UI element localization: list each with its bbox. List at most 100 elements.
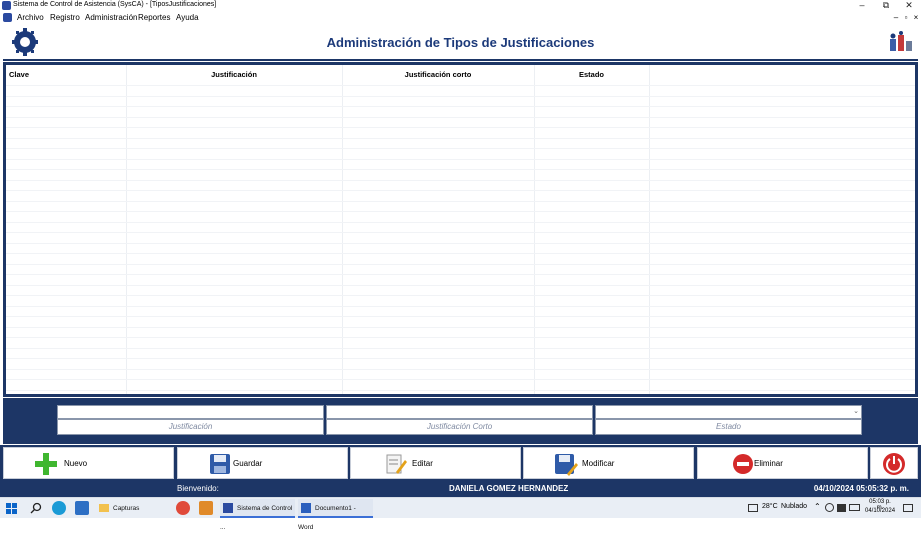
guardar-button[interactable]: Guardar [177, 447, 348, 479]
grid-row-line [6, 137, 915, 139]
column-header-clave[interactable]: Clave [9, 70, 29, 79]
mail-icon[interactable] [75, 501, 89, 515]
grid-row-line [6, 305, 915, 307]
justificacion-corto-input[interactable] [326, 405, 593, 419]
cloud-weather-icon [748, 504, 758, 512]
mdi-close-button[interactable]: × [911, 12, 921, 24]
app-icon [2, 1, 11, 10]
form-header: Administración de Tipos de Justificacion… [3, 25, 918, 61]
grid-row-line [6, 106, 915, 107]
menu-registro[interactable]: Registro [50, 13, 80, 22]
grid-row-line [6, 200, 915, 202]
grid-row-line [6, 326, 915, 328]
column-header-estado[interactable]: Estado [534, 70, 649, 79]
delete-minus-icon [733, 454, 753, 474]
restore-button[interactable]: ⧉ [875, 0, 897, 12]
modificar-button[interactable]: Modificar [523, 447, 694, 479]
menu-administracion[interactable]: Administración [85, 13, 137, 22]
grid-row-line [6, 232, 915, 233]
grid-row-line [6, 284, 915, 286]
save-disk-icon [210, 454, 230, 474]
column-divider [649, 65, 650, 394]
grid-row-line [6, 274, 915, 275]
search-icon[interactable] [30, 502, 42, 514]
grid-row-line [6, 379, 915, 380]
volume-icon[interactable] [837, 504, 846, 512]
grid-row-line [6, 179, 915, 181]
nuevo-button[interactable]: Nuevo [3, 447, 174, 479]
justificacion-corto-label: Justificación Corto [326, 419, 593, 435]
column-divider [126, 65, 127, 394]
minimize-button[interactable]: – [851, 0, 873, 12]
estado-label: Estado [595, 419, 862, 435]
sysca-icon [223, 503, 233, 514]
grid-row-line [6, 295, 915, 296]
weather-temp[interactable]: 28°C [762, 503, 778, 510]
app-icon-orange[interactable] [199, 501, 213, 515]
modificar-label: Modificar [582, 459, 615, 468]
grid-row-line [6, 347, 915, 349]
column-header-justificacion-corto[interactable]: Justificación corto [342, 70, 534, 79]
justifications-table[interactable]: Clave Justificación Justificación corto … [6, 65, 915, 394]
grid-row-line [6, 253, 915, 254]
grid-frame: Clave Justificación Justificación corto … [3, 62, 918, 397]
grid-row-line [6, 127, 915, 128]
grid-row-line [6, 169, 915, 170]
grid-row-line [6, 358, 915, 359]
edge-browser-icon[interactable] [52, 501, 66, 515]
grid-row-line [6, 337, 915, 338]
clock-date[interactable]: 04/10/2024 [865, 508, 895, 514]
exit-button[interactable] [870, 447, 918, 479]
grid-row-line [6, 389, 915, 391]
notification-icon[interactable] [903, 504, 913, 512]
column-header-justificacion[interactable]: Justificación [126, 70, 342, 79]
weather-text[interactable]: Nublado [781, 503, 807, 510]
menu-reportes[interactable]: Reportes [138, 13, 170, 22]
organization-chart-icon [890, 31, 912, 51]
grid-row-line [6, 242, 915, 244]
grid-row-line [6, 316, 915, 317]
editar-button[interactable]: Editar [350, 447, 521, 479]
user-name: DANIELA GOMEZ HERNANDEZ [449, 484, 569, 493]
windows-taskbar: Capturas Sistema de Control ... Document… [0, 497, 921, 531]
window-title: Sistema de Control de Asistencia (SysCA)… [13, 1, 217, 8]
close-window-button[interactable]: ✕ [898, 0, 920, 12]
grid-row-line [6, 211, 915, 212]
mdi-minimize-button[interactable]: – [891, 12, 901, 24]
chrome-icon[interactable] [176, 501, 190, 515]
justificacion-label: Justificación [57, 419, 324, 435]
taskbar-item-word[interactable]: Documento1 - Word [298, 499, 373, 531]
nuevo-label: Nuevo [64, 459, 88, 468]
menu-archivo[interactable]: Archivo [17, 13, 44, 22]
estado-select[interactable]: ⌄ [595, 405, 862, 419]
windows-start-icon[interactable] [6, 503, 17, 514]
justificacion-input[interactable] [57, 405, 324, 419]
grid-row-line [6, 116, 915, 118]
keyboard-icon[interactable] [849, 504, 860, 511]
power-icon [883, 453, 905, 475]
taskbar-item-sysca[interactable]: Sistema de Control ... [220, 499, 295, 531]
welcome-label: Bienvenido: [177, 484, 219, 493]
chevron-up-icon[interactable]: ⌃ [814, 502, 821, 511]
grid-row-line [6, 158, 915, 160]
grid-row-line [6, 148, 915, 149]
window-title-bar: Sistema de Control de Asistencia (SysCA)… [0, 0, 921, 12]
grid-row-line [6, 263, 915, 265]
eliminar-label: Eliminar [754, 459, 783, 468]
edit-pencil-icon [386, 454, 407, 474]
action-button-bar: Nuevo Guardar Editar Modificar Eliminar [0, 445, 921, 481]
grid-row-line [6, 368, 915, 370]
word-icon [301, 503, 311, 514]
guardar-label: Guardar [233, 459, 263, 468]
grid-row-line [6, 95, 915, 97]
datetime-display: 04/10/2024 05:05:32 p. m. [813, 484, 909, 493]
eliminar-button[interactable]: Eliminar [697, 447, 868, 479]
mdi-child-icon[interactable] [3, 13, 12, 22]
menu-ayuda[interactable]: Ayuda [176, 13, 199, 22]
mdi-restore-button[interactable]: ▫ [901, 12, 911, 24]
grid-row-line [6, 221, 915, 223]
taskbar-item-capturas[interactable]: Capturas [96, 499, 168, 518]
folder-icon [99, 504, 109, 513]
network-icon[interactable] [825, 503, 834, 512]
editar-label: Editar [412, 459, 433, 468]
